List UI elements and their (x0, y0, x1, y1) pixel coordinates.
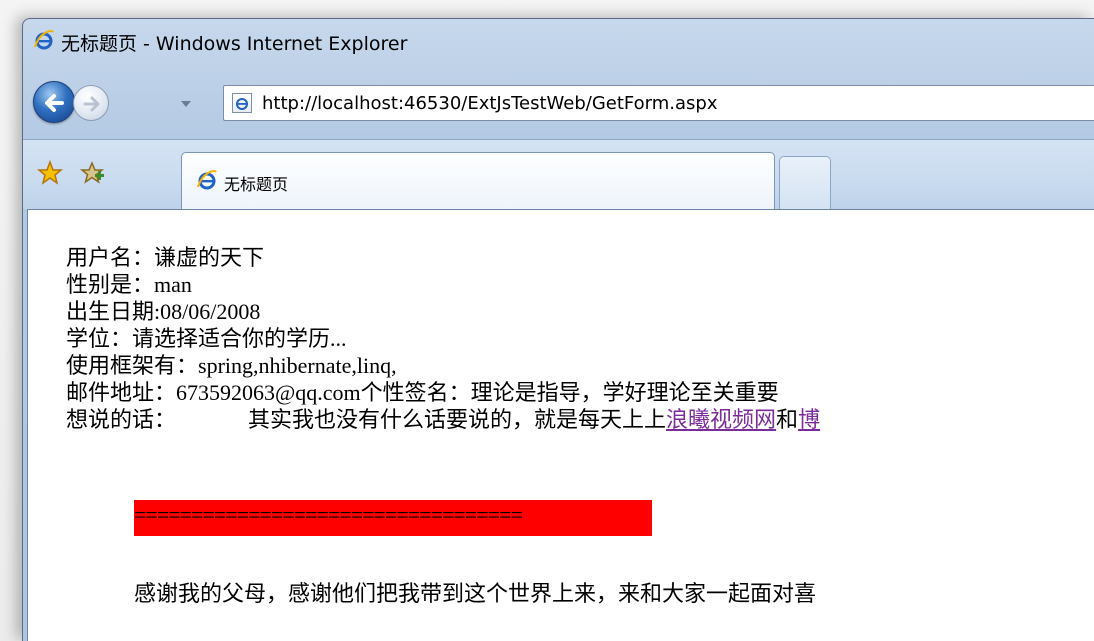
birth-label: 出生日期: (66, 299, 161, 324)
username-label: 用户名： (66, 245, 155, 270)
favorites-star-icon[interactable] (37, 160, 63, 186)
window-title: 无标题页 - Windows Internet Explorer (61, 33, 408, 55)
username-value: 谦虚的天下 (154, 245, 265, 270)
framework-label: 使用框架有： (66, 353, 199, 378)
url-text[interactable]: http://localhost:46530/ExtJsTestWeb/GetF… (262, 93, 717, 114)
new-tab-button[interactable] (779, 156, 831, 210)
email-row: 邮件地址：673592063@qq.com个性签名：理论是指导，学好理论至关重要 (66, 379, 820, 406)
navigation-bar: http://localhost:46530/ExtJsTestWeb/GetF… (23, 69, 1094, 135)
browser-window: 无标题页 - Windows Internet Explorer http://… (22, 18, 1094, 641)
page-content: 用户名：谦虚的天下 性别是：man 出生日期:08/06/2008 学位：请选择… (27, 209, 1094, 641)
separator-text: ================================== (134, 502, 523, 527)
tab-label: 无标题页 (224, 175, 289, 194)
degree-value: 请选择适合你的学历... (132, 326, 347, 351)
address-bar[interactable]: http://localhost:46530/ExtJsTestWeb/GetF… (223, 85, 1094, 121)
words-text: 其实我也没有什么话要说的，就是每天上上 (248, 407, 667, 432)
tab-active[interactable]: 无标题页 (181, 152, 775, 210)
email-label: 邮件地址： (66, 380, 177, 405)
back-button[interactable] (33, 81, 75, 123)
thanks-text: 感谢我的父母，感谢他们把我带到这个世界上来，来和大家一起面对喜 (134, 581, 817, 606)
gender-label: 性别是： (66, 272, 155, 297)
words-label: 想说的话： (66, 407, 177, 432)
forward-arrow-icon (83, 96, 100, 112)
framework-row: 使用框架有：spring,nhibernate,linq, (66, 352, 820, 379)
degree-label: 学位： (66, 326, 133, 351)
username-row: 用户名：谦虚的天下 (66, 244, 820, 271)
framework-value: spring,nhibernate,linq, (198, 353, 397, 378)
title-bar[interactable]: 无标题页 - Windows Internet Explorer (23, 19, 1094, 65)
back-arrow-icon (45, 94, 64, 112)
ie-tab-icon (197, 170, 217, 190)
page-icon (232, 93, 252, 113)
tab-bar: 无标题页 (23, 139, 1094, 210)
forward-button[interactable] (73, 85, 109, 121)
link-langxi[interactable]: 浪曦视频网 (666, 407, 776, 432)
words-row: 想说的话： 其实我也没有什么话要说的，就是每天上上浪曦视频网和博 (66, 406, 820, 433)
signature-label: 个性签名： (360, 380, 471, 405)
link-second[interactable]: 博 (798, 407, 820, 432)
words-and: 和 (776, 407, 799, 432)
email-value: 673592063@qq.com (176, 380, 361, 405)
ie-logo-icon (34, 30, 54, 50)
form-result: 用户名：谦虚的天下 性别是：man 出生日期:08/06/2008 学位：请选择… (66, 244, 820, 433)
birth-row: 出生日期:08/06/2008 (66, 298, 820, 325)
gender-row: 性别是：man (66, 271, 820, 298)
gender-value: man (154, 272, 192, 297)
highlighted-separator: ================================== (134, 500, 652, 536)
degree-row: 学位：请选择适合你的学历... (66, 325, 820, 352)
signature-value: 理论是指导，学好理论至关重要 (470, 380, 779, 405)
add-favorite-icon[interactable] (79, 160, 105, 186)
chevron-down-icon[interactable] (179, 99, 193, 109)
birth-value: 08/06/2008 (160, 299, 261, 324)
